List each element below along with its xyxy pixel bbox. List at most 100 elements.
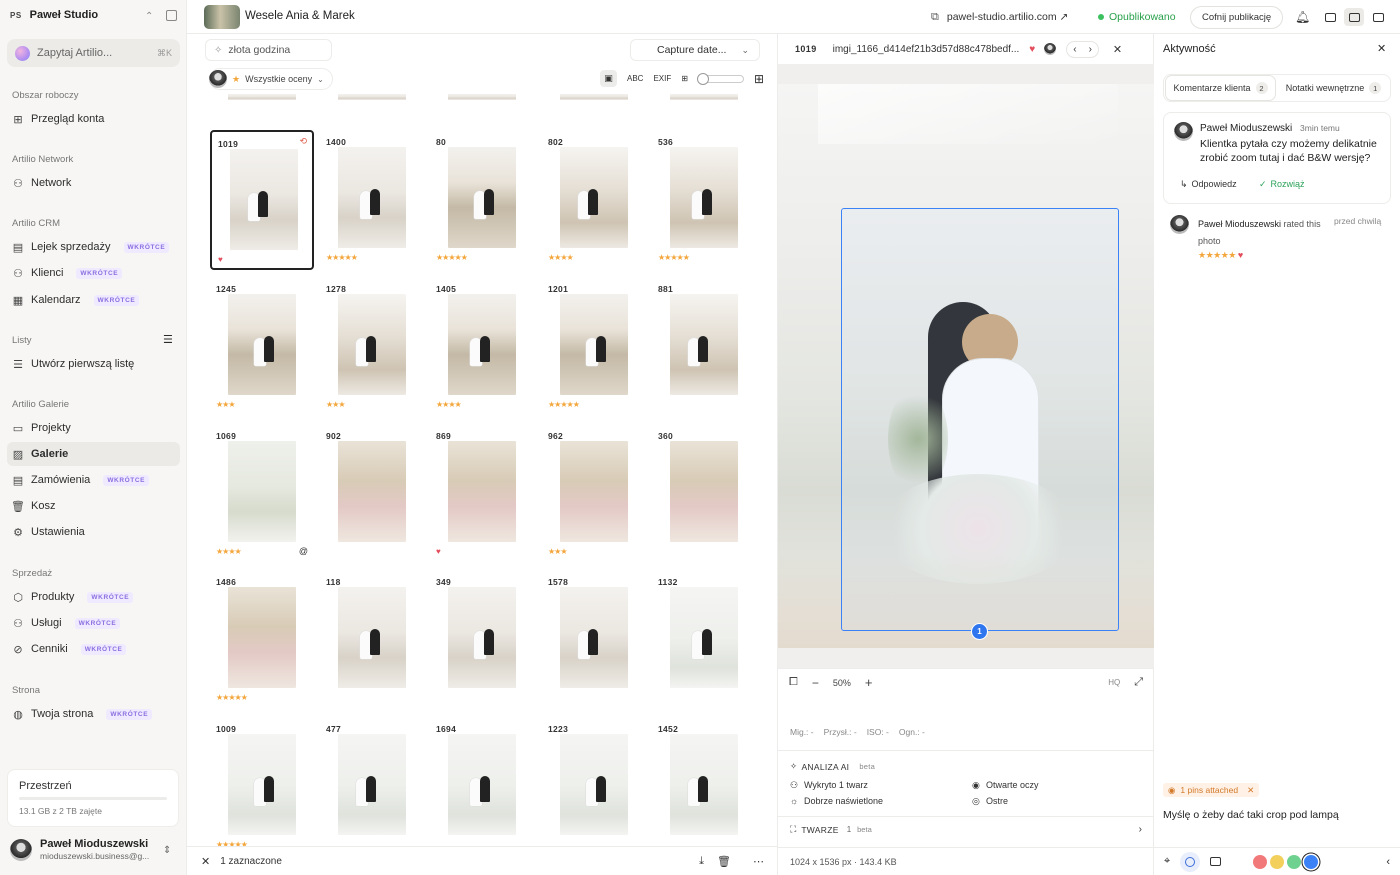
chevron-left-icon[interactable]: ‹ [1386,856,1390,868]
rating-stars[interactable]: ★★★ [216,400,235,409]
small-grid-icon[interactable]: ⊞ [681,74,688,83]
photo-tile[interactable]: 802 ★★★★ [542,130,646,270]
rating-stars[interactable]: ★★★★★ [326,253,358,262]
photo-tile[interactable]: 118 [320,570,424,710]
gallery-url-link[interactable]: pawel-studio.artilio.com ↗ [947,11,1068,23]
sidebar-item-klienci[interactable]: ⚇ Klienci WKRÓTCE [7,261,180,285]
sidebar-item-utwórz-pierwszą-listę[interactable]: ☰ Utwórz pierwszą listę [7,352,180,376]
photo-tile[interactable]: 962 ★★★ [542,424,646,564]
layout-center-toggle[interactable] [1344,8,1364,26]
zoom-out-icon[interactable]: − [812,676,819,690]
layout-right-toggle[interactable] [1368,8,1388,26]
large-grid-icon[interactable]: ⊞ [754,72,764,86]
rating-stars[interactable]: ★★★★ [548,253,574,262]
trash-icon[interactable]: 🗑︎ [717,855,731,868]
search-input[interactable]: ✧ złota godzina [205,39,332,61]
photo-tile[interactable]: 869 ♥ [430,424,534,564]
chevron-updown-icon[interactable]: ⌃ [145,11,153,22]
photo-tile[interactable]: 1245 ★★★ [210,277,314,417]
slider-knob[interactable] [696,72,709,85]
thumbnail-size-slider[interactable] [696,72,744,85]
pin-tool-icon[interactable]: ⌖ [1164,855,1170,868]
photo-tile[interactable]: 1486 ★★★★★ [210,570,314,710]
workspace-switcher[interactable]: PS Paweł Studio [10,9,98,21]
rating-filter[interactable]: ★ Wszystkie oceny ⌄ [209,68,333,90]
image-view-icon[interactable]: ▣ [600,70,617,87]
photo-tile[interactable]: 1400 ★★★★★ [320,130,424,270]
layout-left-toggle[interactable] [1320,8,1340,26]
photo-tile[interactable]: 1009 ★★★★★ [210,717,314,846]
close-icon[interactable]: ✕ [1377,42,1386,55]
collapse-sidebar-icon[interactable] [166,10,177,21]
sidebar-item-zamówienia[interactable]: ▤ Zamówienia WKRÓTCE [7,468,180,492]
color-yellow[interactable] [1270,854,1285,869]
photo-tile[interactable]: 1069 ★★★★ @ [210,424,314,564]
sidebar-item-galerie[interactable]: ▨ Galerie [7,442,180,466]
abc-view-button[interactable]: ABC [627,74,643,83]
photo-tile[interactable]: 1019 ♥ ⟲ [210,130,314,270]
unpublish-button[interactable]: Cofnij publikację [1190,5,1284,29]
heart-icon[interactable]: ♥ [1029,44,1035,55]
color-green[interactable] [1287,854,1302,869]
rectangle-tool-icon[interactable] [1210,857,1222,866]
hq-toggle[interactable]: HQ [1108,678,1120,687]
fullscreen-icon[interactable]: ⤢ [1134,676,1143,689]
sidebar-item-cenniki[interactable]: ⊘ Cenniki WKRÓTCE [7,637,180,661]
photo-tile[interactable]: 1201 ★★★★★ [542,277,646,417]
bell-icon[interactable]: 🔔︎ [1295,10,1310,24]
rating-stars[interactable]: ★★★ [548,547,567,556]
more-icon[interactable]: ⋯ [753,855,764,868]
rating-stars[interactable]: ★★★★ [436,400,462,409]
ask-artilio-button[interactable]: Zapytaj Artilio... ⌘K [7,39,180,67]
photo-tile[interactable]: 1694 [430,717,534,846]
sort-dropdown[interactable]: Capture date... ⌄ [630,39,760,61]
download-icon[interactable]: ⤓ [699,855,704,868]
color-blue[interactable] [1304,854,1319,869]
sidebar-item-twoja-strona[interactable]: ◍ Twoja strona WKRÓTCE [7,702,180,726]
photo-tile[interactable]: 349 [430,570,534,710]
photo-tile[interactable]: 881 [652,277,756,417]
photo-tile[interactable]: 80 ★★★★★ [430,130,534,270]
photo-tile[interactable]: 1405 ★★★★ [430,277,534,417]
reply-button[interactable]: ↳ Odpowiedz [1180,179,1237,190]
rating-stars[interactable]: ★★★ [326,400,345,409]
sidebar-item-lejek-sprzedaży[interactable]: ▤ Lejek sprzedaży WKRÓTCE [7,235,180,259]
copy-icon[interactable]: ⧉ [931,11,939,24]
photo-tile[interactable]: 1223 [542,717,646,846]
photo-tile[interactable]: 536 ★★★★★ [652,130,756,270]
sidebar-item-usługi[interactable]: ⚇ Usługi WKRÓTCE [7,611,180,635]
heart-icon[interactable]: ♥ [218,255,223,264]
zoom-in-icon[interactable]: + [865,675,873,690]
sidebar-item-network[interactable]: ⚇ Network [7,171,180,195]
tab-client-comments[interactable]: Komentarze klienta 2 [1166,76,1275,100]
photo-tile[interactable]: 1132 [652,570,756,710]
resolve-button[interactable]: ✓ Rozwiąż [1259,179,1305,190]
sidebar-item-produkty[interactable]: ⬡ Produkty WKRÓTCE [7,585,180,609]
photo-tile[interactable]: 902 [320,424,424,564]
fit-screen-icon[interactable]: ⧠ [789,676,798,689]
chevron-updown-icon[interactable]: ⇕ [163,845,171,856]
pins-attached-chip[interactable]: ◉ 1 pins attached ✕ [1163,783,1260,797]
chevron-right-icon[interactable]: › [1089,44,1092,55]
rating-stars[interactable]: ★★★★★ [548,400,580,409]
user-menu[interactable]: Paweł Mioduszewski mioduszewski.business… [10,838,149,861]
close-icon[interactable]: ✕ [201,855,210,868]
photo-tile[interactable]: 1578 [542,570,646,710]
chevron-left-icon[interactable]: ‹ [1073,44,1076,55]
sidebar-item-ustawienia[interactable]: ⚙︎ Ustawienia [7,520,180,544]
photo-tile[interactable]: 477 [320,717,424,846]
tab-internal-notes[interactable]: Notatki wewnętrzne 1 [1279,76,1388,100]
close-icon[interactable]: ✕ [1113,43,1122,56]
add-list-icon[interactable]: ☰ [163,333,173,346]
color-red[interactable] [1253,854,1268,869]
rating-stars[interactable]: ★★★★ [216,547,242,556]
exif-view-button[interactable]: EXIF [653,74,671,83]
heart-icon[interactable]: ♥ [436,547,441,556]
photo-tile[interactable]: 360 [652,424,756,564]
rating-stars[interactable]: ★★★★★ [658,253,690,262]
rating-stars[interactable]: ★★★★★ [436,253,468,262]
sidebar-item-projekty[interactable]: ▭ Projekty [7,416,180,440]
sidebar-item-przegląd-konta[interactable]: ⊞ Przegląd konta [7,107,180,131]
rating-stars[interactable]: ★★★★★ [216,693,248,702]
photo-tile[interactable]: 1452 [652,717,756,846]
